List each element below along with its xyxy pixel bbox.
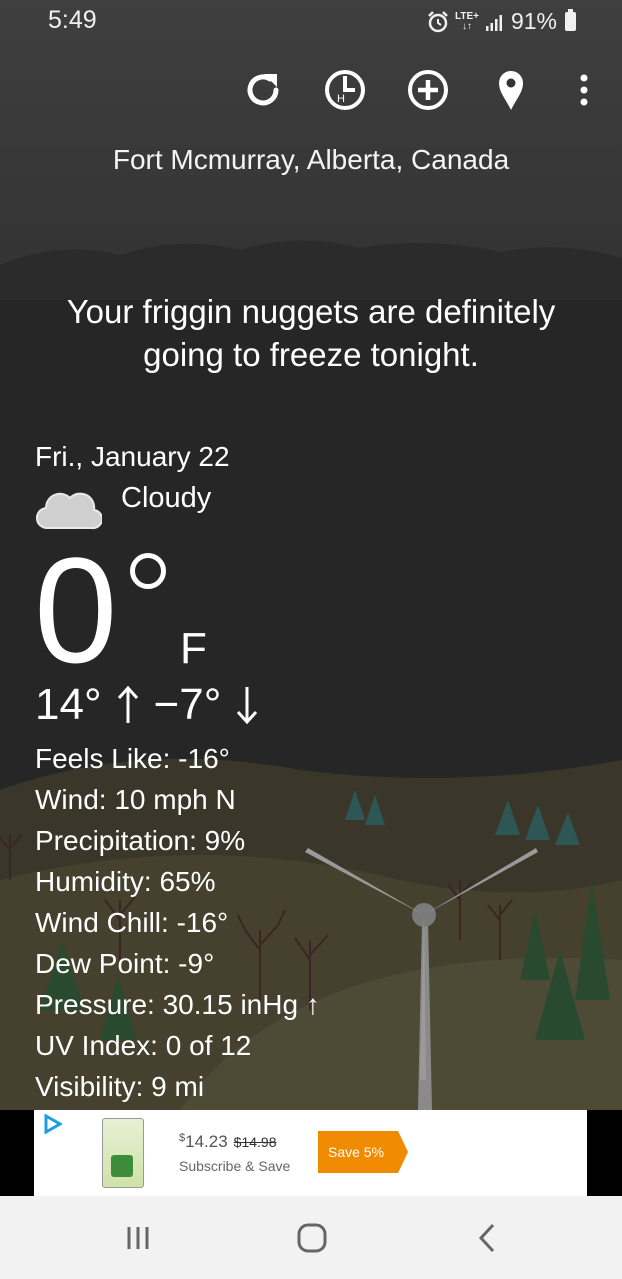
arrow-up-icon bbox=[117, 685, 138, 723]
hourly-clock-icon: H bbox=[325, 70, 365, 110]
battery-icon bbox=[565, 9, 576, 31]
degree-symbol bbox=[130, 553, 166, 589]
status-icons: LTE+ ↓↑ 91% bbox=[427, 8, 576, 35]
svg-text:H: H bbox=[337, 93, 345, 105]
wind-chill: Wind Chill: -16° bbox=[35, 907, 229, 938]
high-low-temps: 14° −7° bbox=[35, 680, 259, 730]
low-temp: −7° bbox=[153, 680, 222, 729]
location-label[interactable]: Fort Mcmurray, Alberta, Canada bbox=[0, 144, 622, 176]
high-temp: 14° bbox=[35, 680, 102, 729]
system-nav-bar bbox=[0, 1196, 622, 1279]
home-icon bbox=[297, 1223, 327, 1253]
snarky-forecast-text: Your friggin nuggets are definitely goin… bbox=[66, 293, 556, 373]
alarm-icon bbox=[428, 10, 448, 32]
hourly-forecast-button[interactable]: H bbox=[321, 66, 369, 114]
recent-apps-button[interactable] bbox=[116, 1218, 160, 1258]
status-bar: 5:49 LTE+ ↓↑ 91% bbox=[0, 0, 622, 44]
humidity: Humidity: 65% bbox=[35, 866, 216, 897]
status-time: 5:49 bbox=[48, 6, 97, 34]
home-button[interactable] bbox=[290, 1218, 334, 1258]
location-button[interactable] bbox=[487, 66, 535, 114]
toolbar: H bbox=[0, 66, 622, 116]
recent-apps-icon bbox=[127, 1227, 149, 1249]
refresh-button[interactable] bbox=[239, 66, 287, 114]
network-type: LTE+ ↓↑ bbox=[454, 10, 479, 32]
battery-percent: 91% bbox=[510, 8, 557, 34]
adchoices-icon[interactable] bbox=[42, 1114, 62, 1134]
temperature-unit: F bbox=[180, 624, 207, 673]
forecast-date: Fri., January 22 bbox=[35, 441, 230, 472]
weather-details: Feels Like: -16° Wind: 10 mph N Precipit… bbox=[35, 738, 320, 1107]
signal-icon bbox=[485, 14, 502, 31]
back-icon bbox=[478, 1223, 495, 1253]
ad-save-badge[interactable]: Save 5% bbox=[318, 1131, 408, 1173]
product-image[interactable] bbox=[102, 1118, 144, 1188]
weather-condition: Cloudy bbox=[121, 482, 212, 514]
pressure: Pressure: 30.15 inHg ↑ bbox=[35, 989, 320, 1020]
ad-content[interactable]: $14.23 $14.98 Subscribe & Save Save 5% bbox=[34, 1110, 587, 1196]
location-pin-icon bbox=[499, 71, 523, 110]
current-temperature: 0 bbox=[34, 526, 118, 694]
visibility: Visibility: 9 mi bbox=[35, 1071, 205, 1102]
feels-like: Feels Like: -16° bbox=[35, 743, 230, 774]
arrow-down-icon bbox=[237, 687, 258, 725]
refresh-icon bbox=[247, 74, 279, 106]
add-location-icon bbox=[408, 70, 448, 110]
more-options-icon bbox=[580, 74, 588, 106]
back-button[interactable] bbox=[465, 1218, 509, 1258]
uv-index: UV Index: 0 of 12 bbox=[35, 1030, 252, 1061]
dew-point: Dew Point: -9° bbox=[35, 948, 215, 979]
ad-price: $14.23 $14.98 bbox=[179, 1132, 277, 1151]
more-options-button[interactable] bbox=[560, 66, 608, 114]
precipitation: Precipitation: 9% bbox=[35, 825, 246, 856]
ad-subscribe-text: Subscribe & Save bbox=[179, 1158, 291, 1174]
ad-banner[interactable]: $14.23 $14.98 Subscribe & Save Save 5% bbox=[0, 1110, 622, 1196]
add-location-button[interactable] bbox=[404, 66, 452, 114]
ad-old-price: $14.98 bbox=[233, 1134, 277, 1150]
wind: Wind: 10 mph N bbox=[35, 784, 236, 815]
